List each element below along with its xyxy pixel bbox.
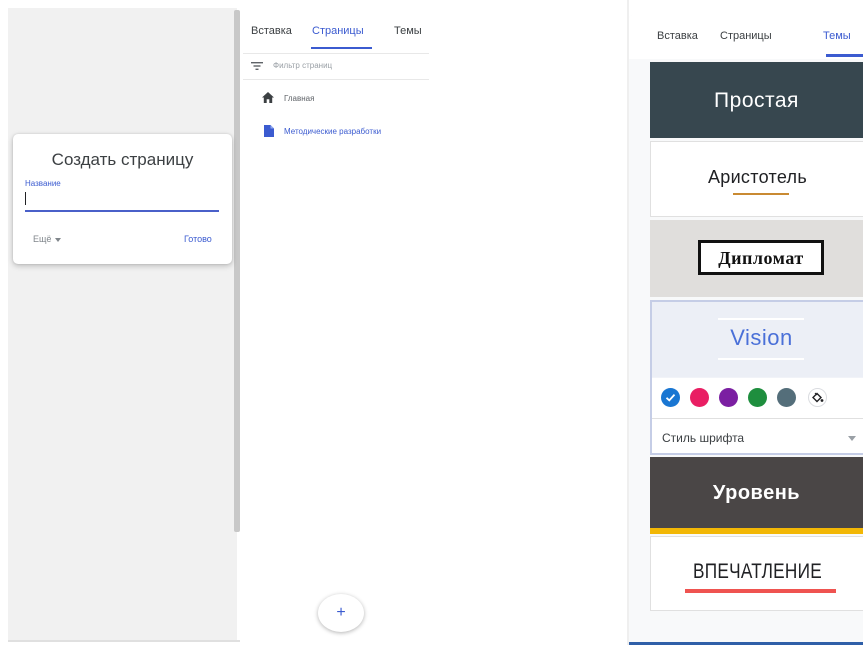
canvas-bottom-edge xyxy=(8,640,240,642)
theme-card-level[interactable]: Уровень xyxy=(650,457,863,534)
filter-icon[interactable] xyxy=(251,61,263,71)
tab-themes[interactable]: Темы xyxy=(394,25,422,37)
add-page-button[interactable]: + xyxy=(318,594,364,632)
paint-bucket-icon xyxy=(812,392,824,403)
tab-themes[interactable]: Темы xyxy=(823,30,851,42)
theme-name: ВПЕЧАТЛЕНИЕ xyxy=(693,560,822,583)
dialog-title: Создать страницу xyxy=(51,150,194,169)
font-style-label: Стиль шрифта xyxy=(662,431,745,445)
theme-card-aristotle[interactable]: Аристотель xyxy=(650,141,863,217)
create-page-dialog: Создать страницу Название Ещё Готово xyxy=(13,134,232,264)
canvas-scrollbar[interactable] xyxy=(234,10,240,532)
divider xyxy=(243,79,429,80)
tab-insert[interactable]: Вставка xyxy=(657,30,698,42)
theme-name: Дипломат xyxy=(718,248,804,268)
theme-card-vision[interactable]: Vision Стиль шрифта xyxy=(650,300,863,455)
home-icon xyxy=(262,92,274,103)
color-swatch-purple[interactable] xyxy=(719,388,738,407)
active-tab-indicator xyxy=(311,47,372,49)
page-canvas xyxy=(8,8,237,640)
theme-card-simple[interactable]: Простая xyxy=(650,62,863,138)
text-cursor xyxy=(25,192,26,205)
theme-accent-bar xyxy=(650,528,863,534)
theme-preview: Vision xyxy=(652,302,863,377)
theme-name: Vision xyxy=(730,325,793,350)
theme-name: Аристотель xyxy=(707,167,808,187)
theme-accent-line xyxy=(733,193,789,195)
custom-color-button[interactable] xyxy=(808,388,827,407)
font-style-select[interactable]: Стиль шрифта xyxy=(652,418,863,453)
theme-card-diplomat[interactable]: Дипломат xyxy=(650,220,863,297)
theme-title-frame: Дипломат xyxy=(698,240,824,275)
more-button-label: Ещё xyxy=(33,234,52,244)
check-icon xyxy=(665,393,676,402)
color-swatch-blue[interactable] xyxy=(661,388,680,407)
tab-pages[interactable]: Страницы xyxy=(312,25,364,37)
active-tab-indicator xyxy=(826,54,863,57)
theme-accent-line xyxy=(718,358,804,360)
page-item-home[interactable]: Главная xyxy=(284,94,314,103)
color-swatch-green[interactable] xyxy=(748,388,767,407)
color-swatch-pink[interactable] xyxy=(690,388,709,407)
theme-name: Уровень xyxy=(712,482,801,504)
tab-pages[interactable]: Страницы xyxy=(720,30,772,42)
color-swatch-slate[interactable] xyxy=(777,388,796,407)
chevron-down-icon xyxy=(55,237,62,242)
tab-insert[interactable]: Вставка xyxy=(251,25,292,37)
page-filter-input[interactable]: Фильтр страниц xyxy=(273,61,332,70)
theme-card-impression[interactable]: ВПЕЧАТЛЕНИЕ xyxy=(650,536,863,611)
name-field-label: Название xyxy=(25,179,61,188)
color-swatch-row xyxy=(652,378,863,418)
page-name-input[interactable] xyxy=(25,189,219,212)
page-item-method-materials[interactable]: Методические разработки xyxy=(284,127,381,136)
page-icon xyxy=(264,125,274,137)
more-options-button[interactable]: Ещё xyxy=(33,234,62,244)
divider xyxy=(243,53,429,54)
pages-panel xyxy=(243,8,429,648)
theme-accent-line xyxy=(685,589,836,593)
chevron-down-icon xyxy=(848,436,856,441)
theme-name: Простая xyxy=(714,89,799,112)
theme-accent-line xyxy=(718,318,804,320)
done-button[interactable]: Готово xyxy=(184,234,212,244)
